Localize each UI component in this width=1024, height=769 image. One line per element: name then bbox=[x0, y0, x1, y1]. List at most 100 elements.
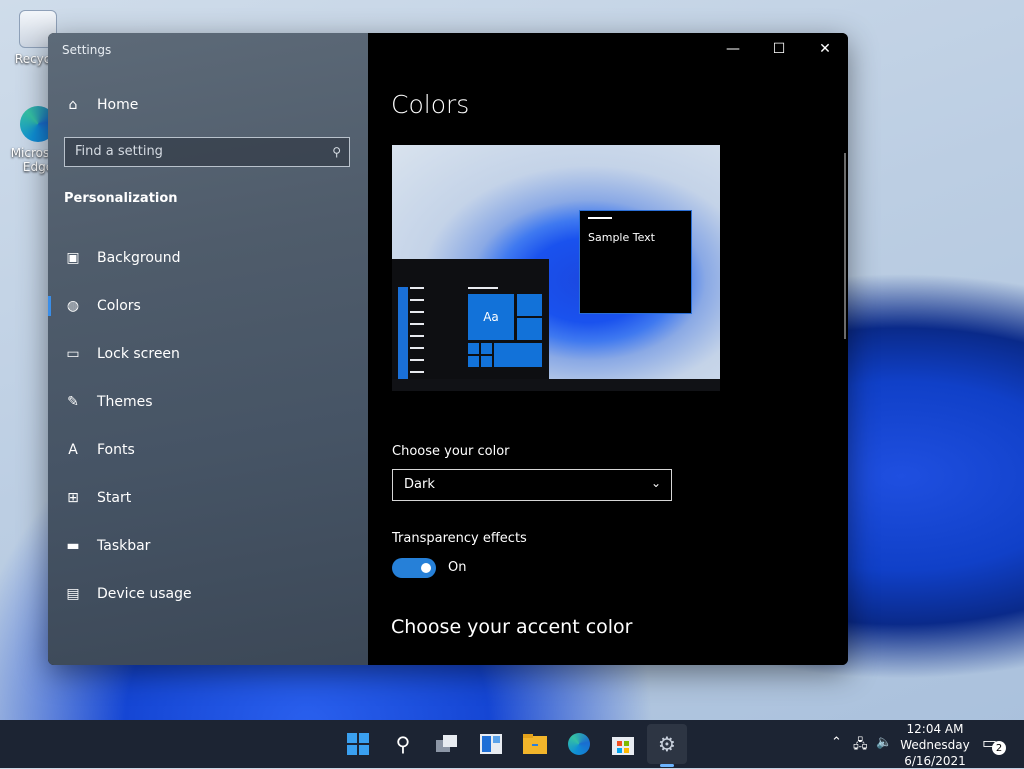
settings-content: — ☐ ✕ Colors Aa Sample Text Choose your … bbox=[368, 33, 848, 665]
preview-sample-window: Sample Text bbox=[579, 210, 692, 314]
preview-line bbox=[410, 323, 424, 325]
start-button[interactable] bbox=[344, 730, 372, 758]
search-placeholder: Find a setting bbox=[75, 144, 163, 159]
search-icon: ⚲ bbox=[332, 145, 341, 159]
sidebar-item-label: Device usage bbox=[97, 586, 192, 602]
start-icon bbox=[347, 733, 369, 755]
sidebar-item-colors[interactable]: ◍ Colors bbox=[48, 286, 368, 326]
sidebar-item-label: Colors bbox=[97, 298, 141, 314]
store-button[interactable] bbox=[609, 730, 637, 758]
preview-taskbar bbox=[392, 379, 720, 391]
page-title: Colors bbox=[391, 90, 470, 119]
maximize-icon: ☐ bbox=[772, 41, 786, 57]
device-usage-icon: ▤ bbox=[66, 586, 80, 602]
choose-color-dropdown[interactable]: Dark ⌄ bbox=[392, 469, 672, 501]
edge-button[interactable] bbox=[565, 730, 593, 758]
preview-tile-aa: Aa bbox=[468, 294, 514, 340]
sidebar-item-themes[interactable]: ✎ Themes bbox=[48, 382, 368, 422]
clock-day: Wednesday bbox=[900, 738, 970, 752]
taskbar-icon: ▬ bbox=[66, 538, 80, 554]
widgets-icon bbox=[480, 734, 502, 754]
search-button[interactable]: ⚲ bbox=[389, 730, 417, 758]
sidebar-item-label: Themes bbox=[97, 394, 153, 410]
sidebar-item-background[interactable]: ▣ Background bbox=[48, 238, 368, 278]
task-view-button[interactable] bbox=[433, 730, 461, 758]
preview-tile-header bbox=[468, 287, 498, 289]
transparency-state: On bbox=[448, 560, 467, 575]
system-clock[interactable]: 12:04 AM Wednesday 6/16/2021 bbox=[900, 721, 970, 769]
preview-line bbox=[410, 299, 424, 301]
nav-home-label: Home bbox=[97, 97, 139, 113]
widgets-button[interactable] bbox=[477, 730, 505, 758]
font-icon: A bbox=[68, 442, 78, 458]
store-icon bbox=[612, 737, 634, 755]
preview-line bbox=[410, 335, 424, 337]
sidebar-item-label: Lock screen bbox=[97, 346, 180, 362]
chevron-down-icon: ⌄ bbox=[650, 476, 661, 490]
preview-tile bbox=[494, 343, 542, 367]
settings-button[interactable]: ⚙ bbox=[653, 730, 681, 758]
lock-screen-icon: ▭ bbox=[66, 346, 80, 362]
preview-tile bbox=[517, 318, 542, 340]
clock-date: 6/16/2021 bbox=[904, 754, 966, 768]
notification-badge: 2 bbox=[992, 741, 1006, 755]
nav-home[interactable]: ⌂ Home bbox=[48, 85, 368, 125]
settings-icon: ⚙ bbox=[658, 732, 676, 756]
minimize-icon: — bbox=[726, 41, 740, 57]
toggle-knob bbox=[421, 563, 431, 573]
active-app-indicator bbox=[660, 764, 674, 767]
preview-start-menu: Aa bbox=[392, 259, 549, 391]
preview-tile bbox=[517, 294, 542, 316]
preview-tile bbox=[468, 343, 479, 354]
sidebar-item-label: Fonts bbox=[97, 442, 135, 458]
settings-window: Settings ⌂ Home Find a setting ⚲ Persona… bbox=[48, 33, 848, 665]
window-title: Settings bbox=[62, 43, 112, 57]
theme-preview: Aa Sample Text bbox=[392, 145, 720, 391]
preview-sample-text: Sample Text bbox=[588, 231, 655, 244]
preview-tile bbox=[481, 343, 492, 354]
preview-tile bbox=[468, 356, 479, 367]
preview-line bbox=[410, 347, 424, 349]
preview-line bbox=[588, 217, 612, 219]
network-icon[interactable]: 🖧 bbox=[853, 735, 868, 757]
sidebar-item-label: Taskbar bbox=[97, 538, 151, 554]
sidebar-item-label: Start bbox=[97, 490, 132, 506]
preview-line bbox=[410, 371, 424, 373]
preview-line bbox=[410, 311, 424, 313]
preview-sidebar bbox=[398, 287, 408, 379]
sidebar-item-device-usage[interactable]: ▤ Device usage bbox=[48, 574, 368, 614]
sidebar-item-lock-screen[interactable]: ▭ Lock screen bbox=[48, 334, 368, 374]
search-input[interactable]: Find a setting ⚲ bbox=[64, 137, 350, 167]
start-icon: ⊞ bbox=[67, 490, 79, 506]
edge-icon bbox=[568, 733, 590, 755]
sidebar-item-fonts[interactable]: A Fonts bbox=[48, 430, 368, 470]
close-icon: ✕ bbox=[819, 41, 831, 57]
close-button[interactable]: ✕ bbox=[802, 33, 848, 65]
file-explorer-button[interactable] bbox=[521, 730, 549, 758]
minimize-button[interactable]: — bbox=[710, 33, 756, 65]
file-explorer-icon bbox=[523, 734, 547, 754]
settings-sidebar: Settings ⌂ Home Find a setting ⚲ Persona… bbox=[48, 33, 368, 665]
choose-color-label: Choose your color bbox=[392, 444, 510, 459]
brush-icon: ✎ bbox=[67, 394, 79, 410]
chevron-up-icon[interactable]: ⌃ bbox=[831, 735, 842, 750]
clock-time: 12:04 AM bbox=[906, 722, 964, 736]
choose-color-value: Dark bbox=[404, 477, 435, 492]
volume-icon[interactable]: 🔈 bbox=[876, 735, 892, 750]
palette-icon: ◍ bbox=[66, 298, 80, 314]
sidebar-item-start[interactable]: ⊞ Start bbox=[48, 478, 368, 518]
transparency-label: Transparency effects bbox=[392, 531, 527, 546]
transparency-toggle[interactable] bbox=[392, 558, 436, 578]
maximize-button[interactable]: ☐ bbox=[756, 33, 802, 65]
accent-color-heading: Choose your accent color bbox=[391, 616, 633, 638]
preview-tile bbox=[481, 356, 492, 367]
sidebar-item-taskbar[interactable]: ▬ Taskbar bbox=[48, 526, 368, 566]
section-title: Personalization bbox=[64, 191, 178, 206]
search-icon: ⚲ bbox=[395, 732, 411, 756]
home-icon: ⌂ bbox=[68, 97, 78, 113]
preview-line bbox=[410, 359, 424, 361]
task-view-icon bbox=[436, 735, 457, 752]
content-scrollbar[interactable] bbox=[844, 153, 846, 339]
sidebar-item-label: Background bbox=[97, 250, 181, 266]
taskbar: ⚲ ⚙ ⌃ 🖧 🔈 12:04 AM Wednesday 6/16/2021 ▭… bbox=[0, 720, 1024, 768]
